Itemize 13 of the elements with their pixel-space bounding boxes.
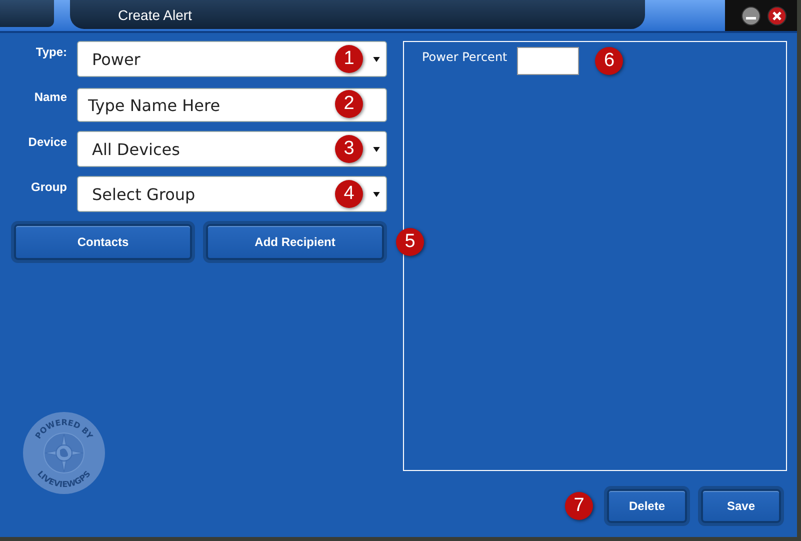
field-label: Name (33, 89, 67, 104)
field-label: Power Percent (422, 49, 508, 64)
field-label: Device (27, 134, 67, 149)
step-badge: 7 (565, 492, 593, 520)
field-label: Group (30, 179, 67, 194)
window-title: Create Alert (118, 6, 192, 22)
field-label: Type: (34, 44, 67, 59)
action-button[interactable]: Add Recipient (206, 224, 384, 260)
action-button[interactable]: Delete (607, 489, 687, 523)
step-badge: 6 (595, 47, 624, 75)
action-button[interactable]: Contacts (14, 224, 192, 260)
action-button[interactable]: Save (701, 489, 781, 523)
step-badge: 5 (396, 228, 424, 256)
